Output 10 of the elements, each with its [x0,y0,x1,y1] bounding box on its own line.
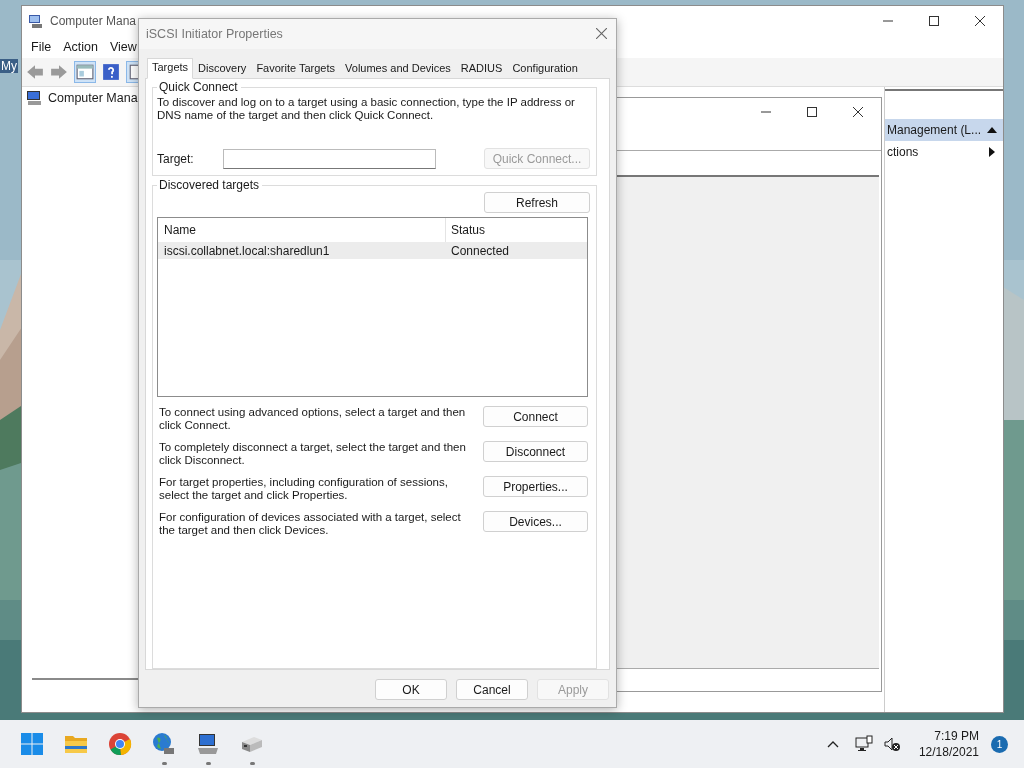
description-text: To discover and log on to a target using a basic connection, type the IP address or DNS name of the target and then click Quick Connect. [157,96,576,122]
group-label: Quick Connect [158,80,239,94]
window-title: Computer Mana [50,14,137,28]
description-text: To completely disconnect a target, select the target and then click Disconnect. [158,441,467,467]
description-text: To connect using advanced options, select a target and then click Connect. [158,406,467,432]
description-text: For configuration of devices associated with a target, select the target and then click Devices. [158,511,462,537]
dialog-title: iSCSI Initiator Properties [146,27,283,41]
description-text: For target properties, including configuration of sessions, select the target and click Properties. [158,476,449,502]
field-label: Target: [157,151,195,166]
group-label: Discovered targets [158,178,261,192]
